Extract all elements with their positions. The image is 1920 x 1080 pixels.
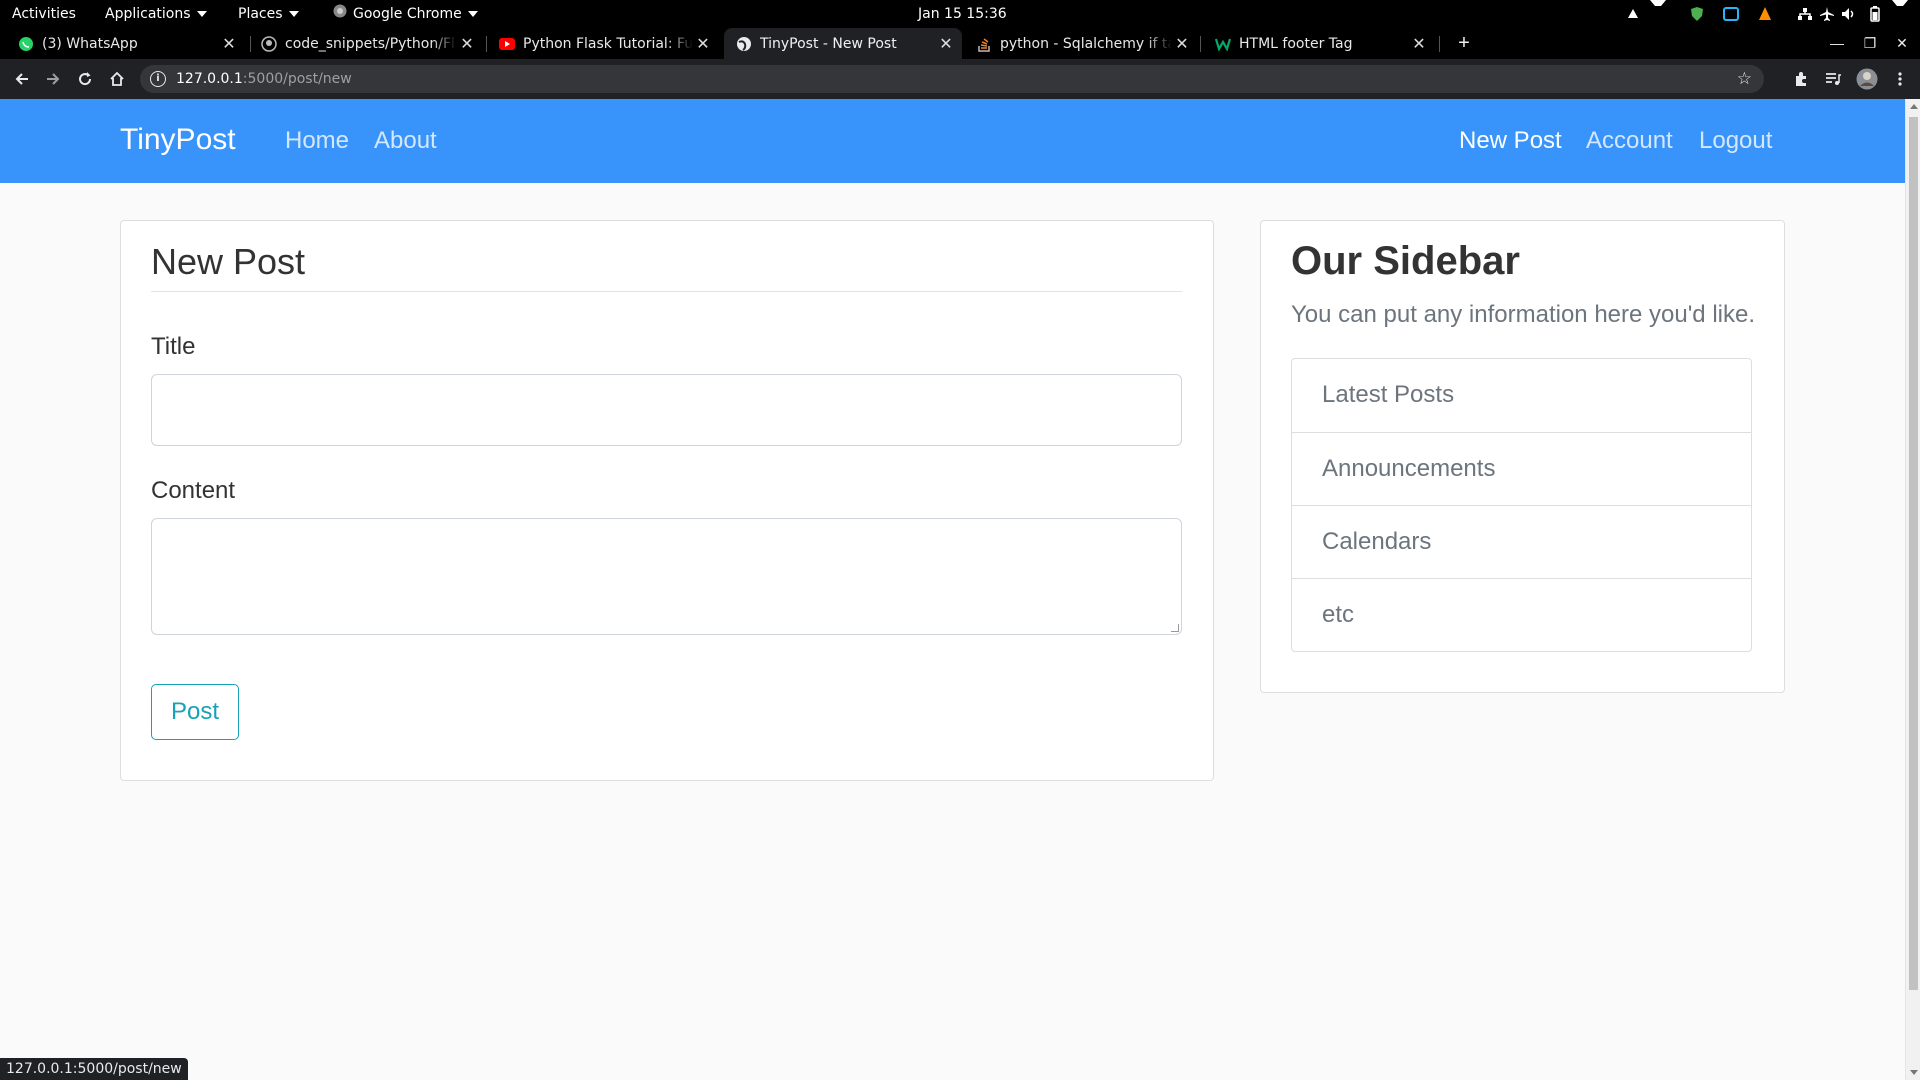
chevron-down-icon [288,11,299,17]
site-navbar: TinyPost Home About New Post Account Log… [0,99,1905,183]
scrollbar-thumb[interactable] [1909,117,1918,990]
kebab-menu-icon[interactable] [1886,59,1914,99]
whatsapp-icon [18,36,34,52]
upload-icon[interactable] [1622,0,1644,28]
clock-label: Jan 15 15:36 [918,6,1007,22]
chrome-icon [333,0,347,28]
reload-icon[interactable] [69,59,101,99]
nav-home-link[interactable]: Home [285,127,349,155]
scroll-down-icon[interactable] [1910,1070,1918,1075]
media-control-icon[interactable] [1819,59,1847,99]
close-icon[interactable]: ✕ [219,34,239,53]
globe-icon [736,36,752,52]
tab-youtube[interactable]: Python Flask Tutorial: Ful ✕ [487,28,719,59]
applications-label: Applications [105,6,191,22]
sidebar-item-calendars[interactable]: Calendars [1292,505,1751,578]
site-brand-link[interactable]: TinyPost [120,123,236,157]
github-icon [261,35,277,52]
sidebar-heading: Our Sidebar [1291,239,1520,283]
close-icon[interactable]: ✕ [1172,34,1192,53]
close-icon[interactable]: ✕ [936,34,956,53]
new-tab-button[interactable]: + [1452,28,1476,59]
volume-icon[interactable] [1838,0,1860,28]
post-submit-button[interactable]: Post [151,684,239,740]
sidebar-list: Latest Posts Announcements Calendars etc [1291,358,1752,652]
scroll-up-icon[interactable] [1910,104,1918,109]
tab-title: python - Sqlalchemy if tab [1000,35,1172,52]
sidebar-card: Our Sidebar You can put any information … [1260,220,1785,693]
battery-icon[interactable] [1864,0,1886,28]
activities-label: Activities [12,6,76,22]
chevron-down-icon[interactable] [1886,0,1908,28]
applications-menu[interactable]: Applications [105,0,207,28]
chevron-down-icon [467,11,478,17]
activities-button[interactable]: Activities [12,0,76,28]
home-icon[interactable] [101,59,133,99]
nav-about-link[interactable]: About [374,127,437,155]
vlc-icon[interactable] [1754,0,1776,28]
back-icon[interactable] [6,59,38,99]
sidebar-text: You can put any information here you'd l… [1291,301,1755,328]
nav-account-link[interactable]: Account [1586,127,1673,155]
app-name-label: Google Chrome [353,6,462,22]
tab-title: Python Flask Tutorial: Ful [523,35,693,52]
sidebar-item-etc[interactable]: etc [1292,578,1751,651]
tab-w3schools[interactable]: HTML footer Tag ✕ [1201,28,1435,59]
shield-icon[interactable] [1686,0,1708,28]
tab-strip: (3) WhatsApp ✕ code_snippets/Python/Fl ✕… [0,28,1920,59]
airplane-icon[interactable] [1816,0,1838,28]
drive-icon[interactable] [1720,0,1742,28]
app-menu[interactable]: Google Chrome [333,0,478,28]
minimize-icon[interactable]: — [1825,28,1849,59]
new-post-card: New Post Title Content Post [120,220,1214,781]
browser-toolbar: i 127.0.0.1:5000/post/new ☆ [0,59,1920,99]
close-icon[interactable]: ✕ [693,34,713,53]
address-bar[interactable]: i 127.0.0.1:5000/post/new ☆ [140,65,1764,93]
tab-title: (3) WhatsApp [42,35,138,52]
places-menu[interactable]: Places [238,0,299,28]
close-window-icon[interactable]: ✕ [1890,28,1914,59]
title-input[interactable] [151,374,1182,446]
clock[interactable]: Jan 15 15:36 [918,0,1007,28]
close-icon[interactable]: ✕ [1409,34,1429,53]
url-path: :5000/post/new [242,71,352,87]
sidebar-item-announcements[interactable]: Announcements [1292,432,1751,505]
youtube-icon [499,36,515,52]
chevron-down-icon[interactable] [1644,0,1666,28]
title-label: Title [151,333,196,360]
system-top-bar: Activities Applications Places Google Ch… [0,0,1920,28]
w3schools-icon [1215,36,1231,52]
sidebar-item-latest-posts[interactable]: Latest Posts [1292,359,1751,432]
tab-title: TinyPost - New Post [760,35,897,52]
system-tray [1616,0,1920,28]
page-scrollbar[interactable] [1905,99,1920,1080]
forward-icon[interactable] [37,59,69,99]
chevron-down-icon [196,11,207,17]
nav-logout-link[interactable]: Logout [1699,127,1772,155]
nav-new-post-link[interactable]: New Post [1459,127,1562,155]
legend-divider [151,291,1182,292]
places-label: Places [238,6,283,22]
extensions-icon[interactable] [1787,59,1815,99]
tab-title: HTML footer Tag [1239,35,1353,52]
restore-icon[interactable]: ❐ [1858,28,1882,59]
tab-whatsapp[interactable]: (3) WhatsApp ✕ [0,28,245,59]
stackoverflow-icon [976,36,992,52]
info-icon[interactable]: i [150,71,166,87]
tab-tinypost[interactable]: TinyPost - New Post ✕ [724,28,962,59]
page-viewport: TinyPost Home About New Post Account Log… [0,99,1905,1080]
profile-avatar-icon[interactable] [1853,59,1881,99]
link-status-bubble: 127.0.0.1:5000/post/new [0,1058,188,1080]
tab-title: code_snippets/Python/Fl [285,35,455,52]
content-textarea[interactable] [151,518,1182,635]
form-legend: New Post [151,241,306,282]
tab-stackoverflow[interactable]: python - Sqlalchemy if tab ✕ [964,28,1198,59]
content-label: Content [151,477,236,504]
network-icon[interactable] [1794,0,1816,28]
close-icon[interactable]: ✕ [457,34,477,53]
bookmark-star-icon[interactable]: ☆ [1737,69,1752,89]
tab-github[interactable]: code_snippets/Python/Fl ✕ [251,28,483,59]
url-host: 127.0.0.1 [176,71,243,87]
resize-handle-icon[interactable] [1171,624,1179,632]
